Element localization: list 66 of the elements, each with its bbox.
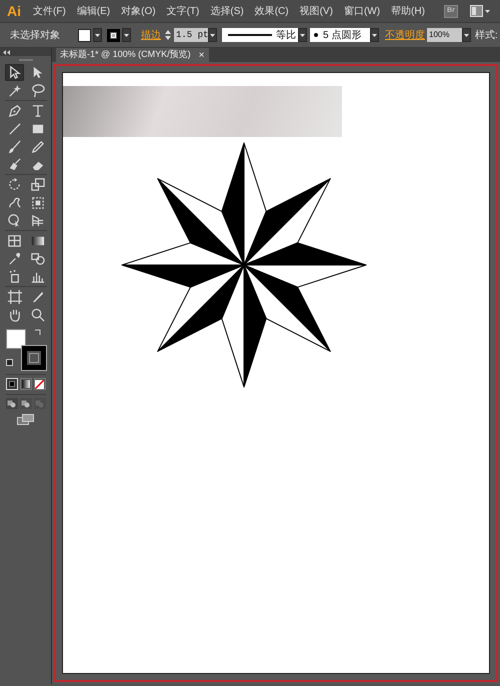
pen-icon <box>6 103 22 118</box>
stroke-swatch[interactable] <box>107 28 120 42</box>
dropdown-button[interactable] <box>462 28 471 42</box>
draw-behind-icon[interactable] <box>20 398 32 409</box>
blend-icon <box>30 251 44 266</box>
dropdown-button[interactable] <box>122 28 131 42</box>
menu-item[interactable]: 窗口(W) <box>344 4 380 18</box>
default-colors-icon[interactable] <box>6 359 12 366</box>
dropdown-button[interactable] <box>370 28 379 42</box>
menu-item[interactable]: 对象(O) <box>121 4 156 18</box>
swap-icon[interactable] <box>34 329 40 336</box>
dropdown-button[interactable] <box>208 28 217 42</box>
workspace-layout-button[interactable] <box>470 5 490 17</box>
menu-item[interactable]: 文字(T) <box>166 4 200 18</box>
menu-item[interactable]: 文件(F) <box>33 4 66 18</box>
caret-icon <box>95 34 100 36</box>
none-mode-button[interactable] <box>34 378 46 390</box>
pencil-icon <box>30 139 44 154</box>
menu-item[interactable]: 视图(V) <box>300 4 333 18</box>
menu-item[interactable]: 帮助(H) <box>391 4 425 18</box>
opacity-field[interactable]: 100% <box>427 28 462 42</box>
zoom-icon <box>30 307 44 322</box>
menu-item[interactable]: 效果(C) <box>254 4 289 18</box>
magic-wand-icon <box>6 83 22 98</box>
fill-swatch[interactable] <box>6 329 26 349</box>
caret-icon <box>464 34 469 36</box>
caret-icon <box>300 34 305 36</box>
color-mode-button[interactable] <box>6 378 18 390</box>
style-label: 样式: <box>475 28 498 42</box>
perspective-grid-icon <box>30 213 44 228</box>
stroke-swatch[interactable] <box>22 346 46 370</box>
brush-field[interactable]: 5 点圆形 <box>310 28 370 42</box>
dropdown-button[interactable] <box>93 28 102 42</box>
stroke-weight-field[interactable]: 1.5 pt <box>174 28 208 42</box>
opacity-link[interactable]: 不透明度 <box>385 28 425 42</box>
scale-icon <box>30 177 44 192</box>
close-button[interactable]: × <box>198 48 205 62</box>
dropdown-button[interactable] <box>298 28 307 42</box>
stroke-profile-field[interactable]: 等比 <box>222 28 298 42</box>
caret-icon <box>372 34 377 36</box>
stroke-line-icon <box>228 34 272 36</box>
stepper-icon[interactable] <box>164 28 172 42</box>
warp-icon <box>6 195 22 210</box>
eyedropper-icon <box>6 251 22 266</box>
screen-mode-icon[interactable] <box>17 414 34 425</box>
mesh-icon <box>6 233 22 248</box>
artboard-icon <box>6 289 22 304</box>
menu-item[interactable]: 编辑(E) <box>76 4 110 18</box>
shape-builder-icon <box>6 213 22 228</box>
line-icon <box>6 121 22 136</box>
document-tab[interactable]: 未标题-1* @ 100% (CMYK/预览) × <box>56 48 209 62</box>
menu-item[interactable]: 选择(S) <box>210 4 244 18</box>
draw-normal-icon[interactable] <box>6 398 18 409</box>
app-logo: Ai <box>7 2 21 20</box>
dot-icon <box>314 33 318 37</box>
brush-icon <box>6 139 22 154</box>
tool-button[interactable] <box>4 64 24 81</box>
caret-icon <box>124 34 129 36</box>
rotate-icon <box>6 177 22 192</box>
gradient-mode-button[interactable] <box>20 378 32 390</box>
lasso-icon <box>30 83 44 98</box>
caret-icon <box>210 34 215 36</box>
free-transform-icon <box>30 195 44 210</box>
selection-status: 未选择对象 <box>10 28 60 42</box>
stroke-link[interactable]: 描边 <box>141 28 161 42</box>
fill-swatch[interactable] <box>78 28 91 42</box>
